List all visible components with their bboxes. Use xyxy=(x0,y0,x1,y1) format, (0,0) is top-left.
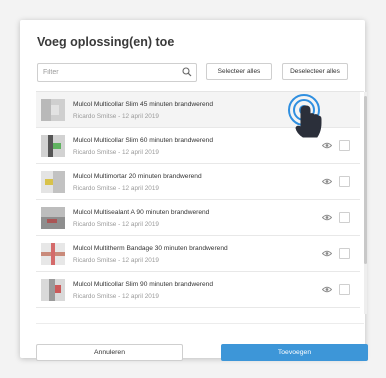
solution-thumbnail xyxy=(41,135,65,157)
filter-input[interactable] xyxy=(43,67,178,78)
deselect-all-button[interactable]: Deselecteer alles xyxy=(282,63,348,80)
solution-meta: Ricardo Smitse - 12 april 2019 xyxy=(73,221,159,228)
select-checkbox[interactable] xyxy=(339,248,350,259)
solution-name: Mulcol Multicollar Slim 90 minuten brand… xyxy=(73,281,213,288)
solution-name: Mulcol Multicollar Slim 60 minuten brand… xyxy=(73,137,213,144)
solution-meta: Ricardo Smitse - 12 april 2019 xyxy=(73,293,159,300)
eye-icon[interactable] xyxy=(322,178,332,185)
solution-name: Mulcol Multitherm Bandage 30 minuten bra… xyxy=(73,245,228,252)
solution-thumbnail xyxy=(41,207,65,229)
filter-input-wrapper[interactable] xyxy=(37,63,197,82)
add-button[interactable]: Toevoegen xyxy=(221,344,368,361)
cancel-button[interactable]: Annuleren xyxy=(36,344,183,361)
solution-name: Mulcol Multisealant A 90 minuten brandwe… xyxy=(73,209,210,216)
solution-meta: Ricardo Smitse - 12 april 2019 xyxy=(73,149,159,156)
eye-icon[interactable] xyxy=(322,250,332,257)
list-scrollbar[interactable] xyxy=(364,92,367,314)
solution-name: Mulcol Multimortar 20 minuten brandweren… xyxy=(73,173,202,180)
list-item[interactable]: Mulcol Multisealant A 90 minuten brandwe… xyxy=(36,200,360,236)
solution-meta: Ricardo Smitse - 12 april 2019 xyxy=(73,185,159,192)
solution-thumbnail xyxy=(41,279,65,301)
footer-divider xyxy=(36,323,364,324)
solution-meta: Ricardo Smitse - 12 april 2019 xyxy=(73,113,159,120)
solution-name: Mulcol Multicollar Slim 45 minuten brand… xyxy=(73,101,213,108)
eye-icon[interactable] xyxy=(322,142,332,149)
select-checkbox[interactable] xyxy=(339,212,350,223)
add-solutions-dialog: Voeg oplossing(en) toe Selecteer alles D… xyxy=(20,20,368,361)
select-checkbox[interactable] xyxy=(339,284,350,295)
list-item[interactable]: Mulcol Multimortar 20 minuten brandweren… xyxy=(36,164,360,200)
solution-thumbnail xyxy=(41,171,65,193)
scrollbar-thumb[interactable] xyxy=(364,96,367,264)
solution-thumbnail xyxy=(41,243,65,265)
solution-thumbnail xyxy=(41,99,65,121)
eye-icon[interactable] xyxy=(322,286,332,293)
list-item[interactable]: Mulcol Multicollar Slim 90 minuten brand… xyxy=(36,272,360,308)
solution-meta: Ricardo Smitse - 12 april 2019 xyxy=(73,257,159,264)
eye-icon[interactable] xyxy=(322,214,332,221)
select-checkbox[interactable] xyxy=(339,176,350,187)
tap-hand-icon xyxy=(288,94,322,138)
select-checkbox[interactable] xyxy=(339,140,350,151)
dialog-title: Voeg oplossing(en) toe xyxy=(37,35,175,49)
select-all-button[interactable]: Selecteer alles xyxy=(206,63,272,80)
search-icon xyxy=(182,67,192,77)
list-item[interactable]: Mulcol Multitherm Bandage 30 minuten bra… xyxy=(36,236,360,272)
